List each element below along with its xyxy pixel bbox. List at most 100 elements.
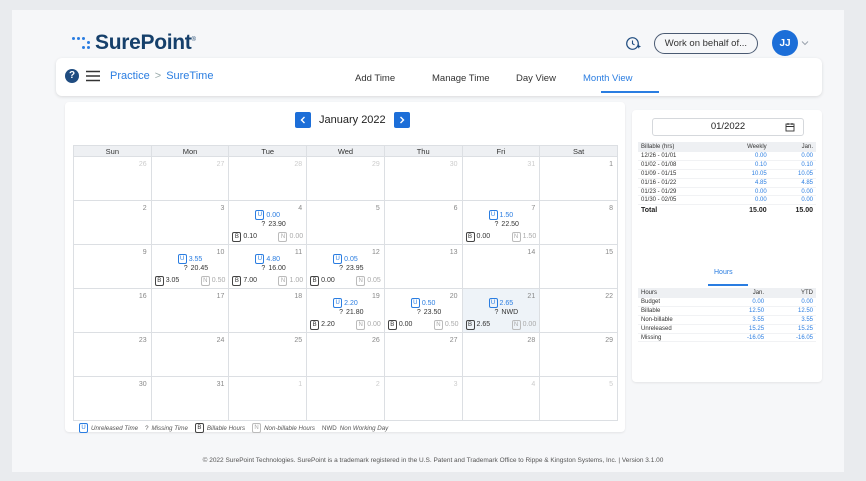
user-avatar[interactable]: JJ: [772, 30, 798, 56]
tab-day-view[interactable]: Day View: [516, 73, 556, 84]
calendar-day-cell[interactable]: 7 U 1.50? 22.50 B 0.00 N 1.50: [461, 200, 541, 245]
calendar-day-cell[interactable]: 16: [73, 288, 152, 333]
calendar-day-cell[interactable]: 2: [306, 376, 385, 421]
calendar-day-cell[interactable]: 29: [539, 332, 618, 377]
legend-nonbillable: Non-billable Hours: [264, 424, 315, 432]
calendar-day-cell[interactable]: 31: [150, 376, 230, 421]
calendar-day-cell[interactable]: 1: [539, 156, 618, 201]
weekday-0: Sun: [73, 145, 152, 157]
calendar-day-cell[interactable]: 20 U 0.50? 23.50 B 0.00 N 0.50: [383, 288, 463, 333]
tab-add-time[interactable]: Add Time: [355, 73, 395, 84]
calendar-icon[interactable]: [785, 122, 795, 132]
calendar-day-cell[interactable]: 30: [383, 156, 463, 201]
calendar-day-cell[interactable]: 28: [461, 332, 541, 377]
calendar-day-cell[interactable]: 8: [539, 200, 618, 245]
billable-nonbillable-row: B 0.10 N 0.00: [232, 232, 303, 242]
unreleased-entry[interactable]: U 4.80: [255, 254, 280, 264]
hamburger-menu-icon[interactable]: [86, 70, 100, 82]
calendar-day-cell[interactable]: 29: [306, 156, 385, 201]
day-number: 26: [138, 161, 147, 168]
calendar-day-cell[interactable]: 27: [383, 332, 463, 377]
calendar-day-cell[interactable]: 3: [150, 200, 230, 245]
day-number: 5: [609, 381, 613, 388]
unreleased-value[interactable]: 0.00: [266, 212, 280, 219]
calendar-day-cell[interactable]: 14: [461, 244, 541, 289]
prev-month-button[interactable]: [295, 112, 311, 128]
nonbillable-entry: N 0.05: [356, 276, 381, 286]
calendar-day-cell[interactable]: 4 U 0.00? 23.90 B 0.10 N 0.00: [228, 200, 308, 245]
calendar-week-row: 26 27 28 29 30 31 1: [73, 156, 618, 201]
day-number: 17: [216, 293, 225, 300]
nonbillable-entry: N 1.00: [278, 276, 303, 286]
calendar-day-cell[interactable]: 27: [150, 156, 230, 201]
tab-hours[interactable]: Hours: [714, 269, 733, 276]
calendar-day-cell[interactable]: 5: [539, 376, 618, 421]
tab-manage-time[interactable]: Manage Time: [432, 73, 490, 84]
calendar-day-cell[interactable]: 12 U 0.05? 23.95 B 0.00 N 0.05: [306, 244, 385, 289]
calendar-day-cell[interactable]: 10 U 3.55? 20.45 B 3.05 N 0.50: [150, 244, 230, 289]
add-timer-icon[interactable]: [625, 35, 641, 51]
calendar-day-cell[interactable]: 28: [228, 156, 308, 201]
calendar-day-cell[interactable]: 6: [383, 200, 463, 245]
missing-badge: ?: [261, 265, 266, 272]
billable-nonbillable-row: B 0.00 N 1.50: [465, 232, 537, 242]
calendar-day-cell[interactable]: 1: [228, 376, 308, 421]
unreleased-value[interactable]: 1.50: [500, 212, 514, 219]
calendar-day-cell[interactable]: 31: [461, 156, 541, 201]
unreleased-value[interactable]: 2.20: [344, 300, 358, 307]
unreleased-value[interactable]: 0.50: [422, 300, 436, 307]
unreleased-entry[interactable]: U 2.20: [333, 298, 358, 308]
chevron-down-icon[interactable]: [800, 38, 810, 48]
nonbillable-entry: N 0.50: [433, 320, 459, 330]
calendar-day-cell[interactable]: 26: [73, 156, 152, 201]
nonbillable-value: 0.00: [289, 233, 304, 240]
day-number: 31: [216, 381, 225, 388]
calendar-day-cell[interactable]: 19 U 2.20? 21.80 B 2.20 N 0.00: [306, 288, 385, 333]
weekly-cell: 01/02 - 01/08: [638, 160, 720, 171]
unreleased-value[interactable]: 2.65: [500, 300, 514, 307]
unreleased-value[interactable]: 3.55: [189, 256, 203, 263]
tab-month-view[interactable]: Month View: [583, 73, 632, 84]
surepoint-logo[interactable]: SurePoint®: [72, 31, 196, 55]
calendar-day-cell[interactable]: 11 U 4.80? 16.00 B 7.00 N 1.00: [228, 244, 308, 289]
work-on-behalf-button[interactable]: Work on behalf of...: [653, 32, 758, 54]
billable-nonbillable-row: B 0.00 N 0.05: [310, 276, 381, 286]
unreleased-entry[interactable]: U 0.00: [255, 210, 280, 220]
calendar-day-cell[interactable]: 26: [306, 332, 385, 377]
calendar-day-cell[interactable]: 5: [306, 200, 385, 245]
unreleased-entry[interactable]: U 0.05: [333, 254, 358, 264]
weekly-cell: 0.00: [769, 152, 816, 162]
day-number: 20: [449, 293, 458, 300]
calendar-day-cell[interactable]: 4: [461, 376, 541, 421]
nonbillable-value: 1.50: [522, 233, 537, 240]
calendar-day-cell[interactable]: 24: [150, 332, 230, 377]
calendar-day-cell[interactable]: 25: [228, 332, 308, 377]
breadcrumb-suretime[interactable]: SureTime: [166, 70, 213, 82]
calendar-day-cell[interactable]: 22: [539, 288, 618, 333]
unreleased-entry[interactable]: U 2.65: [488, 298, 514, 308]
calendar-day-cell[interactable]: 9: [73, 244, 152, 289]
unreleased-value[interactable]: 0.05: [344, 256, 358, 263]
breadcrumb: Practice > SureTime: [110, 70, 213, 82]
calendar-day-cell[interactable]: 3: [383, 376, 463, 421]
calendar-day-cell[interactable]: 17: [150, 288, 230, 333]
calendar-day-cell[interactable]: 30: [73, 376, 152, 421]
unreleased-value[interactable]: 4.80: [266, 256, 280, 263]
calendar-day-cell[interactable]: 13: [383, 244, 463, 289]
breadcrumb-practice[interactable]: Practice: [110, 70, 150, 82]
billable-value: 3.05: [165, 277, 180, 284]
calendar-day-cell[interactable]: 18: [228, 288, 308, 333]
calendar-day-cell[interactable]: 23: [73, 332, 152, 377]
missing-entry: ? 23.90: [258, 221, 285, 228]
calendar-day-cell[interactable]: 15: [539, 244, 618, 289]
unreleased-entry[interactable]: U 0.50: [410, 298, 436, 308]
unreleased-entry[interactable]: U 1.50: [488, 210, 514, 220]
month-picker-input[interactable]: 01/2022: [652, 118, 804, 136]
calendar-day-cell[interactable]: 21 U 2.65? NWD B 2.65 N 0.00: [461, 288, 541, 333]
calendar-day-cell[interactable]: 2: [73, 200, 152, 245]
next-month-button[interactable]: [393, 112, 410, 128]
weekly-total-cell: 15.00: [795, 207, 813, 215]
billable-badge: B: [310, 276, 320, 286]
help-icon[interactable]: ?: [65, 69, 79, 83]
unreleased-entry[interactable]: U 3.55: [177, 254, 203, 264]
